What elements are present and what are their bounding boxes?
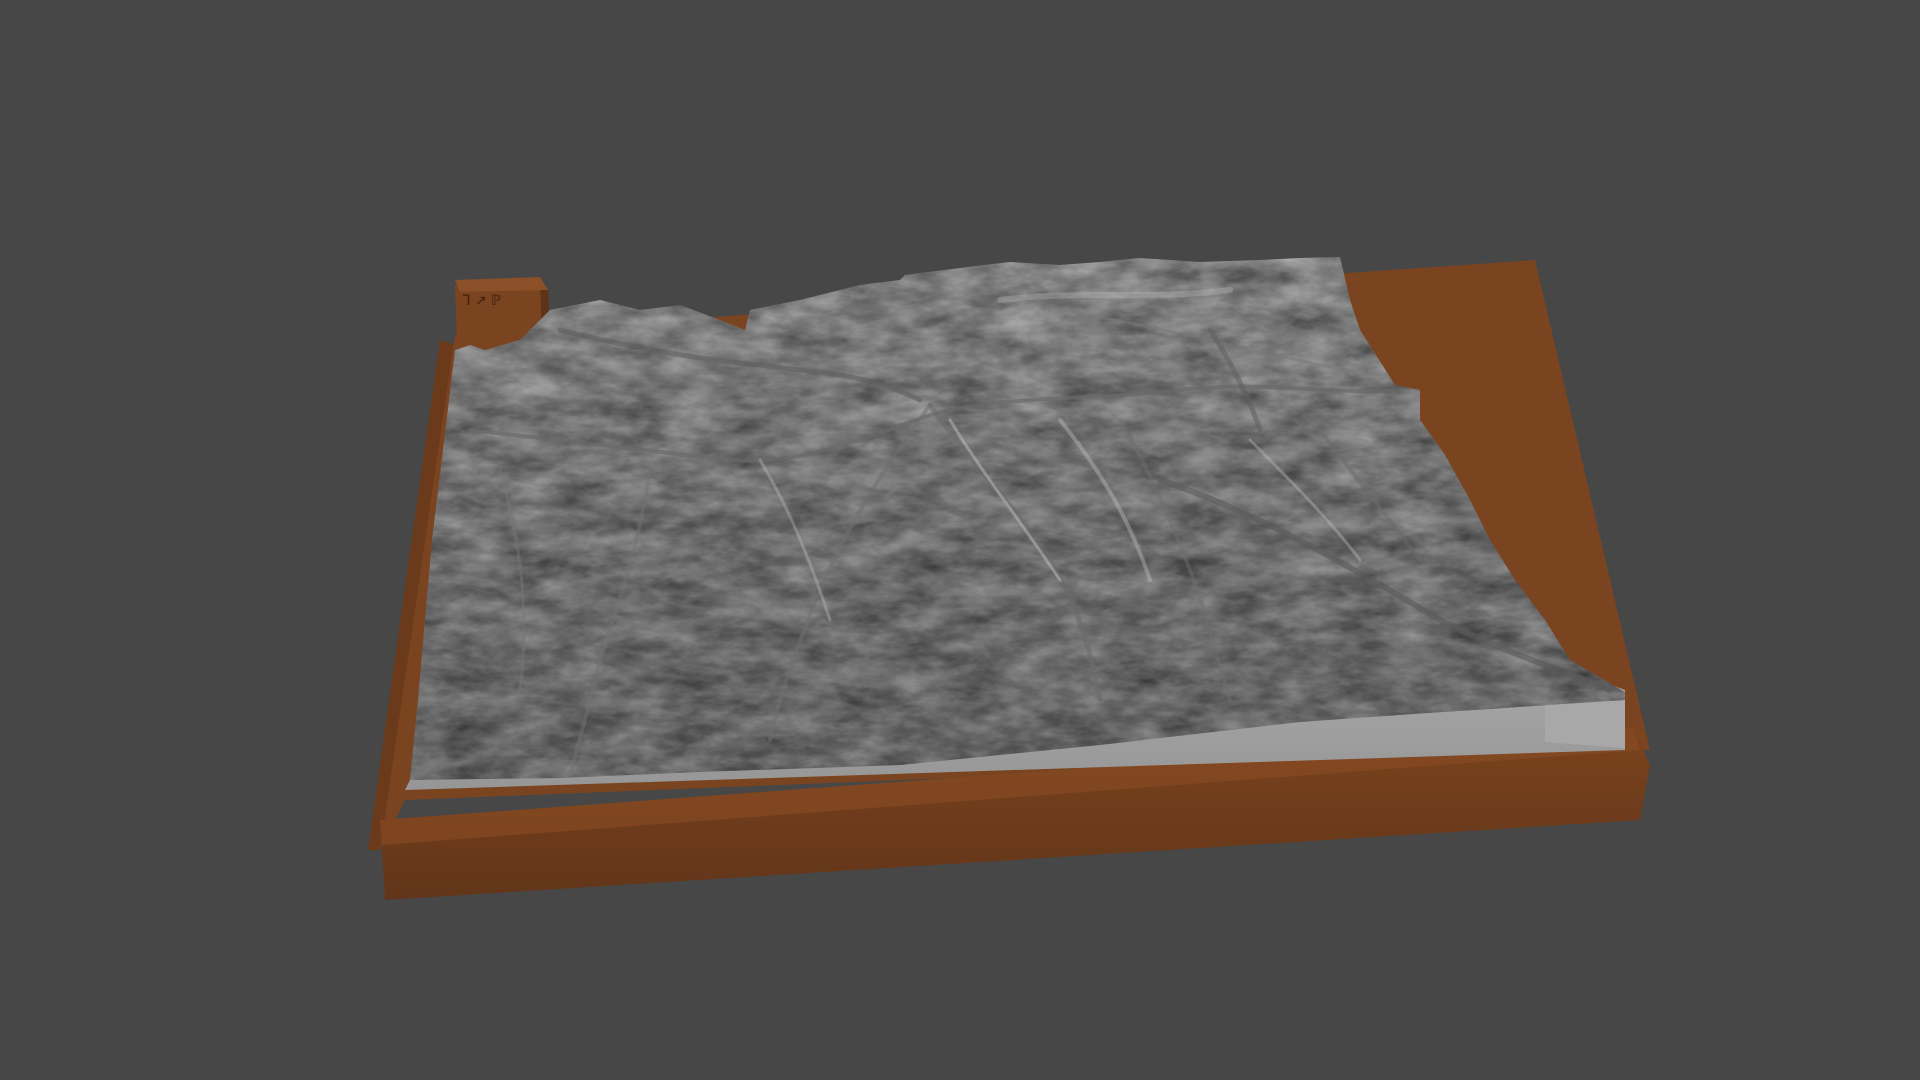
3d-viewport[interactable]: ᒣ ↗ ℙ	[0, 0, 1920, 1080]
label-block-text: ᒣ ↗ ℙ	[462, 293, 501, 309]
terrain-model-render: ᒣ ↗ ℙ	[368, 257, 1650, 900]
